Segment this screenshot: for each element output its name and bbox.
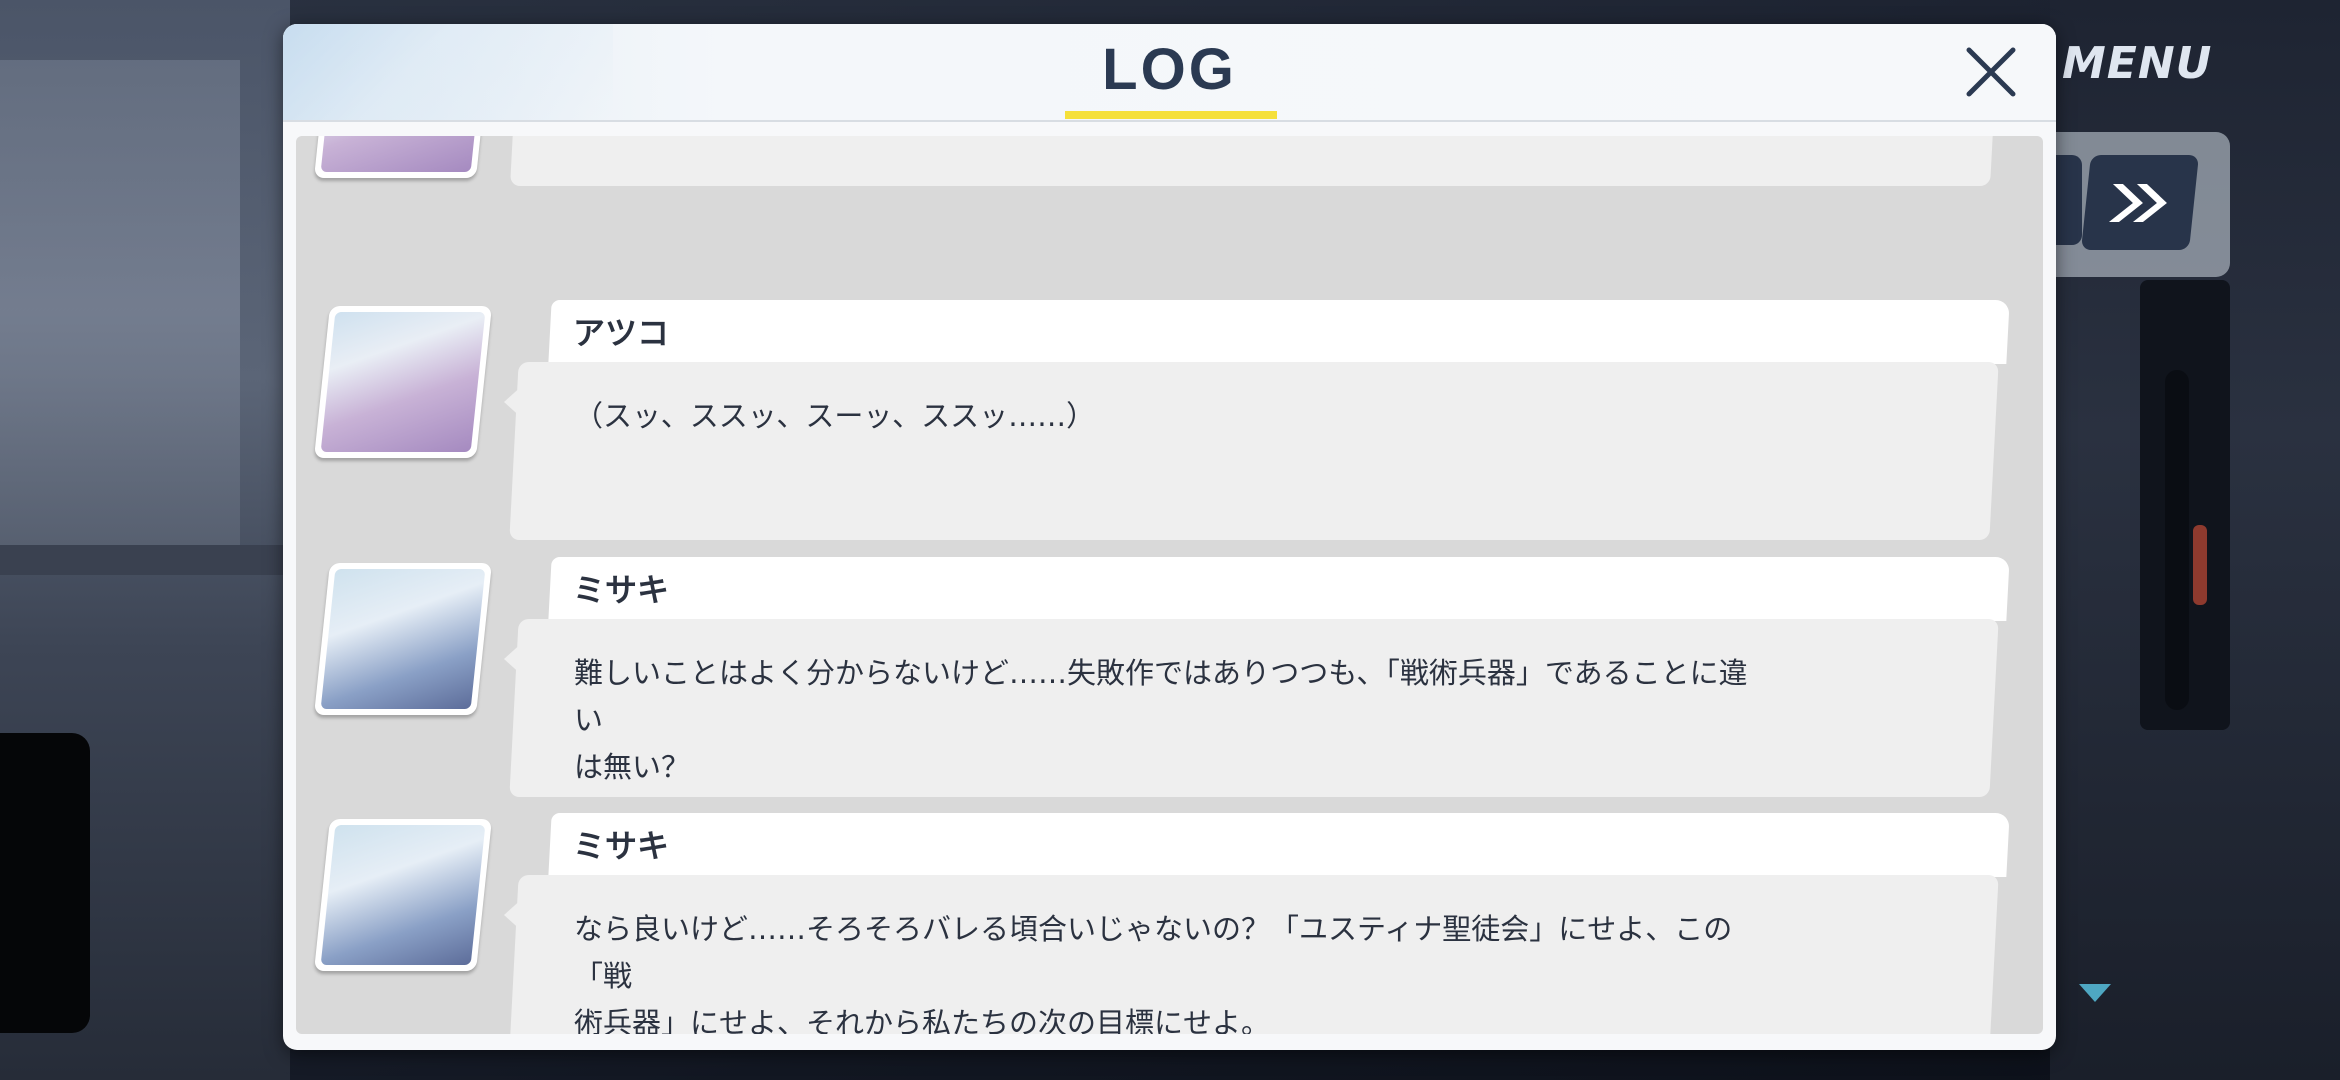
background-side-panel [0,733,90,1033]
title-underline [1065,111,1277,119]
game-screen: MENU LOG アツコ （スッ、ススッ、スーッ、ススッ……） ミサキ 難しいこ… [0,0,2340,1080]
message-pointer [504,641,524,677]
speaker-name: アツコ [573,314,670,352]
log-entry: ミサキ なら良いけど……そろそろバレる頃合いじゃないの？「ユスティナ聖徒会」にせ… [296,809,2043,1034]
triangle-down-icon [2079,984,2111,1002]
misaki-avatar [314,819,492,971]
background-extinguisher [2193,525,2207,605]
message-pointer [504,897,524,933]
message-box [509,362,1999,540]
message-pointer [504,384,524,420]
close-button[interactable] [1959,40,2023,104]
speaker-bar [548,813,2010,877]
message-text: なら良いけど……そろそろバレる頃合いじゃないの？「ユスティナ聖徒会」にせよ、この… [574,912,1733,1034]
speaker-bar [548,300,2010,364]
fast-forward-icon [2109,183,2167,222]
menu-button[interactable]: MENU [2062,38,2212,89]
log-entry: ミサキ 難しいことはよく分からないけど……失敗作ではありつつも、「戦術兵器」であ… [296,553,2043,799]
close-icon [1966,47,2016,97]
log-list[interactable]: アツコ （スッ、ススッ、スーッ、ススッ……） ミサキ 難しいことはよく分からない… [296,136,2043,1034]
background-door-strip [2165,370,2189,710]
background-window-sill [0,545,290,575]
speaker-bar [548,557,2010,621]
misaki-avatar [314,563,492,715]
atsuko-avatar [314,306,492,458]
message-text: 難しいことはよく分からないけど……失敗作ではありつつも、「戦術兵器」であることに… [574,656,1748,784]
log-header: LOG [283,24,2056,122]
log-entry: アツコ （スッ、ススッ、スーッ、ススッ……） [296,296,2043,542]
speaker-name: ミサキ [573,571,670,609]
log-dialog: LOG アツコ （スッ、ススッ、スーッ、ススッ……） ミサキ 難しいことはよく分… [283,24,2056,1050]
log-title: LOG [1102,37,1237,102]
speaker-name: ミサキ [573,827,670,865]
background-window [0,60,240,560]
message-box [510,136,1998,186]
message-text: （スッ、ススッ、スーッ、ススッ……） [574,399,1096,433]
fast-forward-button[interactable] [2081,155,2199,250]
atsuko-avatar [314,136,492,178]
